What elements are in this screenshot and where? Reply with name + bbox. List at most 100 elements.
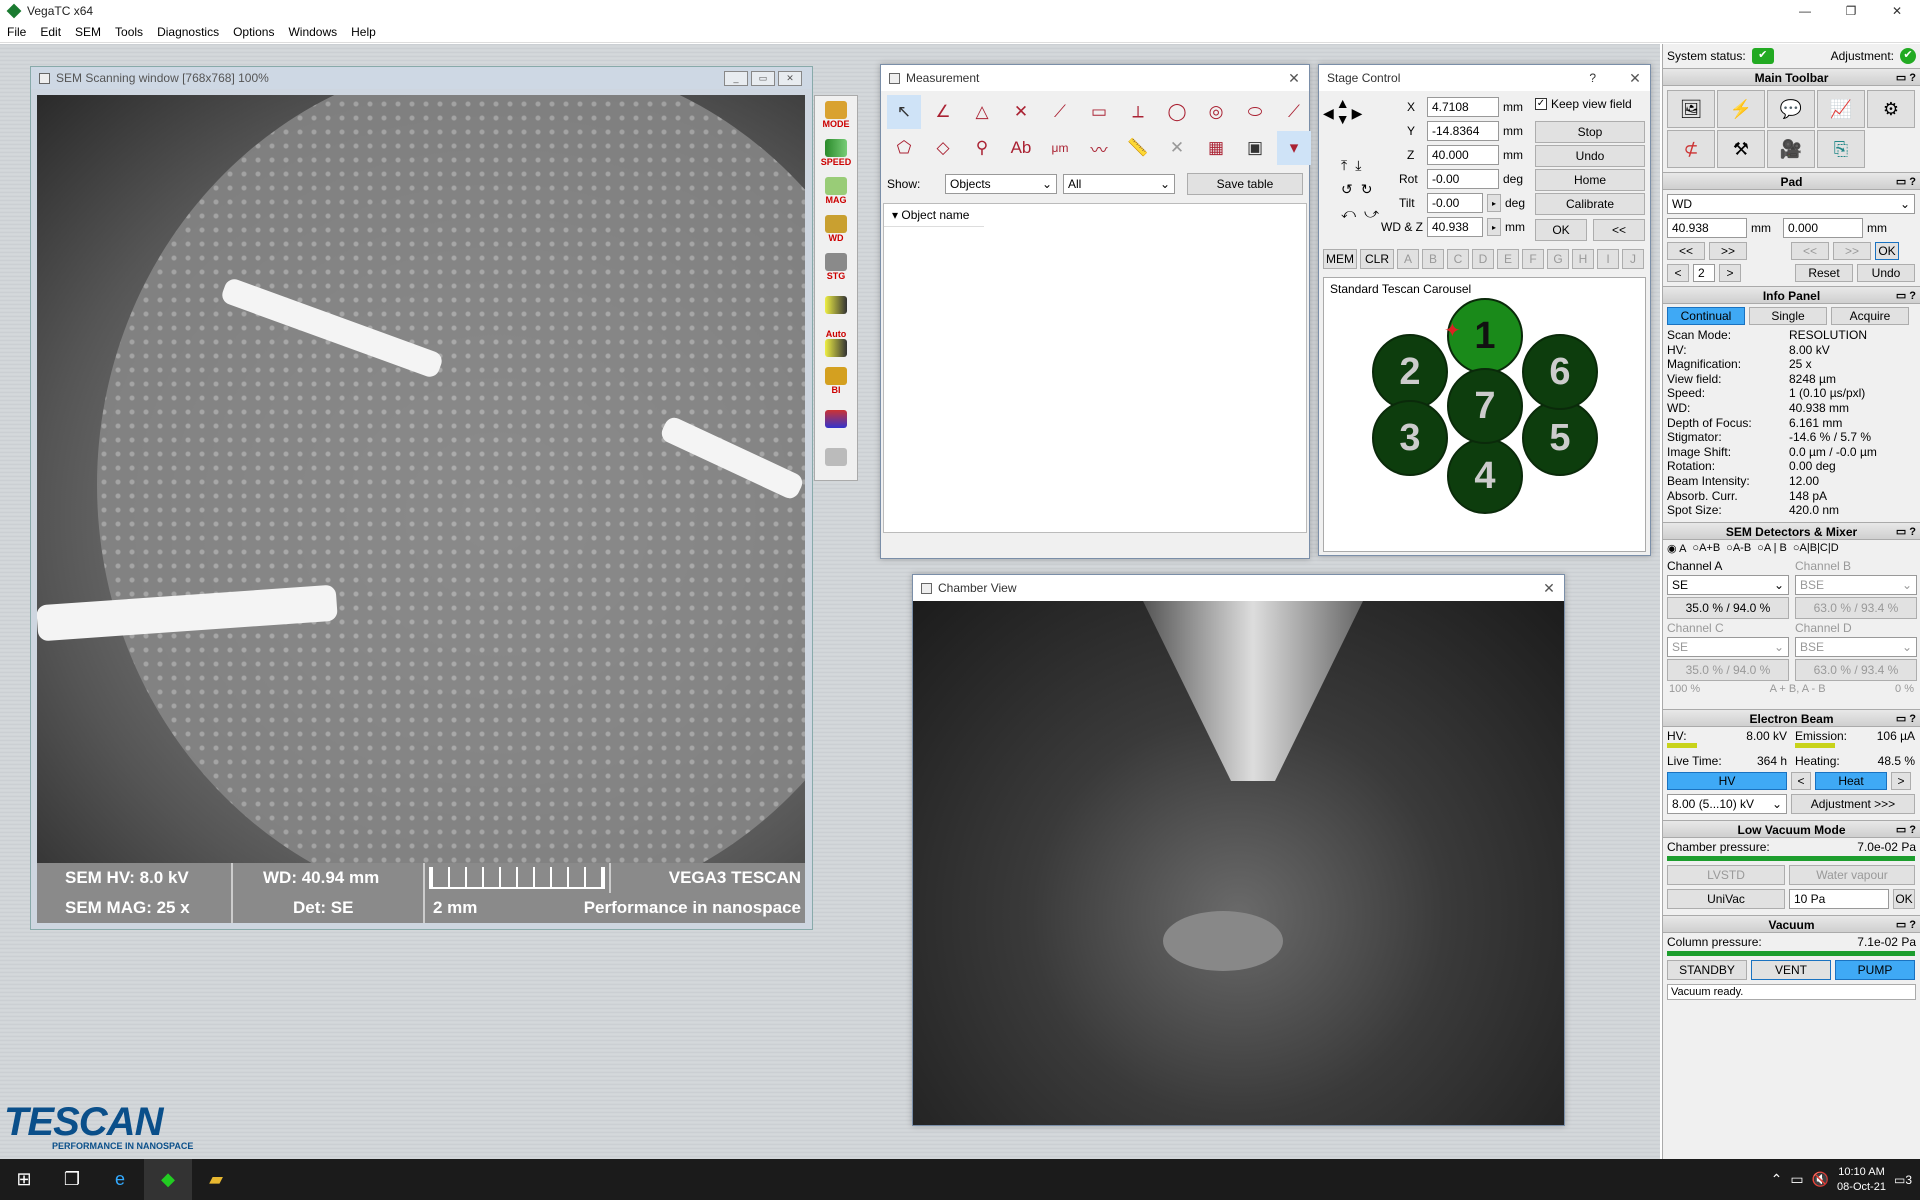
measure-probe-icon[interactable]: ⚲ <box>965 131 999 165</box>
auto-contrast-button[interactable]: Auto <box>815 324 857 362</box>
rot-input[interactable]: -0.00 <box>1427 169 1499 189</box>
pad-back-2[interactable]: << <box>1791 242 1829 260</box>
contrast-button[interactable] <box>815 286 857 324</box>
channel-a-select[interactable]: SE ⌄ <box>1667 574 1789 595</box>
mem-slot-g[interactable]: G <box>1547 249 1569 269</box>
pressure-input[interactable]: 10 Pa <box>1789 888 1889 909</box>
measure-circle-icon[interactable]: ◯ <box>1160 95 1194 129</box>
pad-value-2[interactable]: 0.000 <box>1783 218 1863 238</box>
volume-icon[interactable]: 🔇 <box>1812 1171 1829 1188</box>
menu-windows[interactable]: Windows <box>281 25 344 39</box>
camera-icon[interactable]: 🎥 <box>1767 130 1815 168</box>
menu-options[interactable]: Options <box>226 25 281 39</box>
channel-c-select[interactable]: SE ⌄ <box>1667 636 1789 657</box>
ok-button[interactable]: OK <box>1535 219 1587 241</box>
pad-mode-select[interactable]: WD ⌄ <box>1667 194 1915 214</box>
arrow-down-icon[interactable]: ▼ <box>1336 111 1350 127</box>
hv-range-select[interactable]: 8.00 (5...10) kV ⌄ <box>1667 793 1787 814</box>
minimize-icon[interactable]: _ <box>724 70 748 86</box>
x-input[interactable]: 4.7108 <box>1427 97 1499 117</box>
measure-line-icon[interactable]: ⟋ <box>1043 95 1077 129</box>
vent-button[interactable]: VENT <box>1751 959 1831 980</box>
arrow-left-icon[interactable]: ◀ <box>1323 105 1334 127</box>
measure-triangle-icon[interactable]: △ <box>965 95 999 129</box>
radio-a-minus-b[interactable]: ○A-B <box>1726 542 1751 555</box>
text-icon[interactable]: Ab <box>1004 131 1038 165</box>
carousel-view[interactable]: Standard Tescan Carousel 1 2 3 4 5 6 7 ✦ <box>1323 277 1646 552</box>
close-icon[interactable]: ✕ <box>1279 70 1309 87</box>
pad-reset[interactable]: Reset <box>1795 264 1853 282</box>
maximize-icon[interactable]: ❐ <box>1828 0 1874 22</box>
stage-button[interactable]: STG <box>815 248 857 286</box>
pad-ok[interactable]: OK <box>1875 242 1899 260</box>
menu-help[interactable]: Help <box>344 25 383 39</box>
tuning-icon[interactable]: ⚒ <box>1717 130 1765 168</box>
object-name-header[interactable]: ▾ Object name <box>884 204 984 227</box>
measure-circle2-icon[interactable]: ◎ <box>1199 95 1233 129</box>
minimize-icon[interactable]: — <box>1782 0 1828 22</box>
carousel-position-5[interactable]: 5 <box>1522 400 1598 476</box>
carousel-position-7[interactable]: 7 <box>1447 368 1523 444</box>
wdz-spin-icon[interactable]: ▸ <box>1487 218 1501 236</box>
windows-start-icon[interactable]: ⊞ <box>0 1159 48 1200</box>
mem-slot-b[interactable]: B <box>1422 249 1444 269</box>
mag-button[interactable]: MAG <box>815 172 857 210</box>
restore-icon[interactable]: ▭ <box>751 70 775 86</box>
mem-slot-e[interactable]: E <box>1497 249 1519 269</box>
clock-date[interactable]: 08-Oct-21 <box>1837 1180 1886 1195</box>
objects-list[interactable]: ▾ Object name <box>883 203 1307 533</box>
mixer-slider[interactable]: 100 % A + B, A - B0 % <box>1663 683 1920 695</box>
carousel-position-3[interactable]: 3 <box>1372 400 1448 476</box>
undo-button[interactable]: Undo <box>1535 145 1645 167</box>
network-icon[interactable]: ▭ <box>1790 1171 1803 1188</box>
menu-file[interactable]: File <box>0 25 33 39</box>
close-icon[interactable]: ✕ <box>1874 0 1920 22</box>
channel-c-levels[interactable]: 35.0 % / 94.0 % <box>1667 658 1789 681</box>
z-input[interactable]: 40.000 <box>1427 145 1499 165</box>
menu-sem[interactable]: SEM <box>68 25 108 39</box>
pressure-ok-button[interactable]: OK <box>1893 888 1915 909</box>
help-icon[interactable]: ? <box>1589 71 1596 85</box>
keep-view-checkbox[interactable]: ✓ Keep view field <box>1535 97 1632 111</box>
stage-icon[interactable]: ⚙ <box>1867 90 1915 128</box>
rotate-ccw-icon[interactable]: ↺ <box>1341 181 1353 198</box>
mem-slot-h[interactable]: H <box>1572 249 1594 269</box>
ruler-icon[interactable]: 📏 <box>1121 131 1155 165</box>
measure-link-icon[interactable]: ⟋ <box>1277 95 1311 129</box>
arrow-right-icon[interactable]: ▶ <box>1352 105 1363 127</box>
menu-edit[interactable]: Edit <box>33 25 68 39</box>
collapse-button[interactable]: << <box>1593 219 1645 241</box>
acquire-tab[interactable]: Acquire <box>1831 307 1909 325</box>
notification-icon[interactable]: ▭3 <box>1894 1173 1912 1187</box>
heat-down-button[interactable]: < <box>1791 771 1811 790</box>
vegatc-taskbar-icon[interactable]: ◆ <box>144 1159 192 1200</box>
menu-tools[interactable]: Tools <box>108 25 150 39</box>
adjustment-button[interactable]: Adjustment >>> <box>1791 793 1915 814</box>
pad-undo[interactable]: Undo <box>1857 264 1915 282</box>
channel-d-levels[interactable]: 63.0 % / 93.4 % <box>1795 658 1917 681</box>
pad-step-up[interactable]: > <box>1719 264 1741 282</box>
arrow-up-icon[interactable]: ▲ <box>1336 95 1350 111</box>
wd-button[interactable]: WD <box>815 210 857 248</box>
pump-button[interactable]: PUMP <box>1835 959 1915 980</box>
chart-icon[interactable]: 📈 <box>1817 90 1865 128</box>
tilt-ccw-icon[interactable]: ⤺ <box>1341 205 1356 222</box>
radio-a-plus-b[interactable]: ○A+B <box>1692 542 1720 555</box>
lvstd-button[interactable]: LVSTD <box>1667 864 1785 885</box>
measure-rect-icon[interactable]: ▭ <box>1082 95 1116 129</box>
spot-button[interactable] <box>815 438 857 476</box>
mem-slot-j[interactable]: J <box>1622 249 1644 269</box>
radio-a[interactable]: ◉ A <box>1667 542 1686 555</box>
pad-step-down[interactable]: < <box>1667 264 1689 282</box>
beam-alignment-button[interactable] <box>815 400 857 438</box>
close-icon[interactable]: ✕ <box>778 70 802 86</box>
save-table-button[interactable]: Save table <box>1187 173 1303 195</box>
menu-diagnostics[interactable]: Diagnostics <box>150 25 226 39</box>
univac-button[interactable]: UniVac <box>1667 888 1785 909</box>
delete-icon[interactable]: ✕ <box>1160 131 1194 165</box>
bi-button[interactable]: BI <box>815 362 857 400</box>
standby-button[interactable]: STANDBY <box>1667 959 1747 980</box>
continual-tab[interactable]: Continual <box>1667 307 1745 325</box>
show-select[interactable]: Objects ⌄ <box>945 174 1057 194</box>
channel-a-levels[interactable]: 35.0 % / 94.0 % <box>1667 596 1789 619</box>
